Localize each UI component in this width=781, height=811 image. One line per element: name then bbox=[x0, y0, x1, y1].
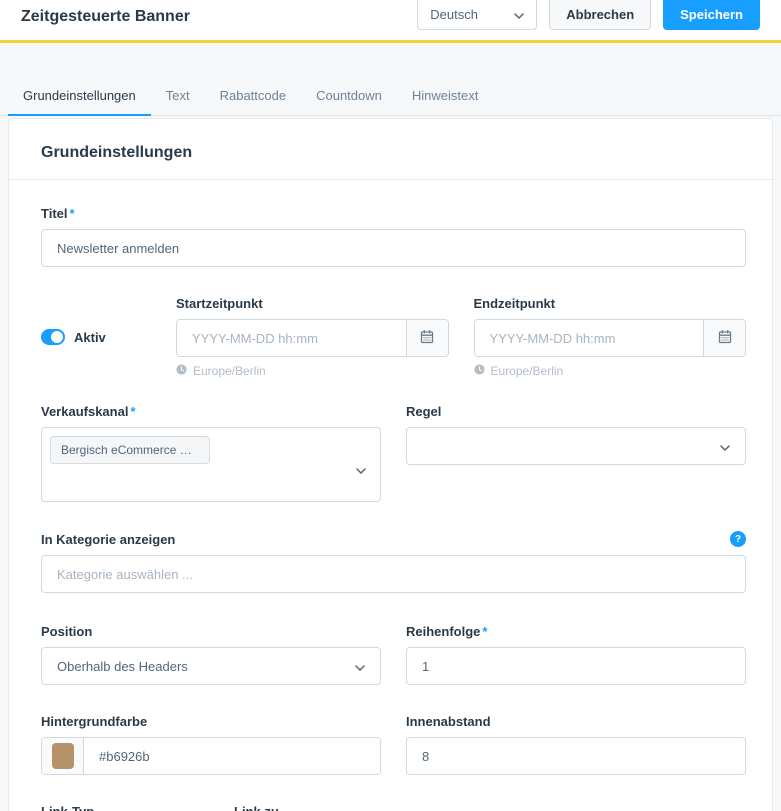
color-picker-button[interactable] bbox=[42, 738, 84, 774]
row-kategorie: In Kategorie anzeigen ? bbox=[41, 531, 746, 593]
row-color-padding: Hintergrundfarbe Innenabstand bbox=[41, 714, 746, 775]
toggle-knob bbox=[51, 331, 63, 343]
innenabstand-label: Innenabstand bbox=[406, 714, 491, 729]
regel-label: Regel bbox=[406, 404, 442, 419]
page-title: Zeitgesteuerte Banner bbox=[21, 8, 190, 25]
linkzu-label: Link zu bbox=[234, 804, 746, 811]
clock-icon bbox=[176, 364, 187, 378]
tab-bar: Grundeinstellungen Text Rabattcode Count… bbox=[0, 77, 781, 116]
linktyp-field: Link-Typ URL bbox=[41, 804, 209, 811]
card-title: Grundeinstellungen bbox=[41, 144, 193, 161]
ende-datetime-input[interactable] bbox=[474, 320, 703, 356]
smart-bar-actions: Deutsch Abbrechen Speichern bbox=[417, 0, 760, 30]
required-asterisk: * bbox=[482, 624, 488, 639]
linktyp-label: Link-Typ bbox=[41, 804, 209, 811]
start-field: Startzeitpunkt YYYY-MM-DD hh:mm Europe/B… bbox=[176, 296, 449, 378]
ende-timezone-hint: Europe/Berlin bbox=[473, 364, 747, 378]
sales-channel-tag[interactable]: Bergisch eCommerce GmbH De... bbox=[50, 436, 210, 464]
tab-rabattcode[interactable]: Rabattcode bbox=[205, 77, 302, 115]
hintergrundfarbe-field: Hintergrundfarbe bbox=[41, 714, 381, 775]
tab-countdown[interactable]: Countdown bbox=[301, 77, 397, 115]
card-header: Grundeinstellungen bbox=[9, 119, 772, 180]
reihenfolge-label: Reihenfolge * bbox=[406, 624, 488, 639]
ende-calendar-button[interactable] bbox=[703, 320, 745, 356]
regel-field: Regel bbox=[406, 404, 746, 465]
hintergrundfarbe-label: Hintergrundfarbe bbox=[41, 714, 148, 729]
reihenfolge-field: Reihenfolge * bbox=[406, 624, 746, 685]
chevron-down-icon bbox=[514, 7, 524, 22]
calendar-icon bbox=[419, 329, 435, 348]
start-calendar-button[interactable] bbox=[405, 320, 448, 356]
smart-bar: Zeitgesteuerte Banner Deutsch Abbrechen … bbox=[0, 0, 781, 43]
row-schedule: Aktiv Startzeitpunkt YYYY-MM-DD hh:mm Eu… bbox=[41, 296, 746, 378]
chevron-down-icon bbox=[356, 462, 366, 477]
clock-icon bbox=[473, 364, 485, 378]
tab-grundeinstellungen[interactable]: Grundeinstellungen bbox=[8, 77, 151, 116]
aktiv-toggle[interactable] bbox=[41, 329, 65, 345]
card-body: Titel* Aktiv Startzeitpunkt bbox=[9, 180, 772, 811]
hintergrundfarbe-input[interactable] bbox=[84, 738, 380, 774]
row-link: Link-Typ URL Link zu bbox=[41, 804, 746, 811]
help-icon[interactable]: ? bbox=[730, 531, 746, 547]
verkaufskanal-label: Verkaufskanal * bbox=[41, 404, 136, 419]
language-select[interactable]: Deutsch bbox=[417, 0, 538, 30]
verkaufskanal-field: Verkaufskanal* Bergisch eCommerce GmbH D… bbox=[41, 404, 381, 502]
tab-hinweistext[interactable]: Hinweistext bbox=[397, 77, 493, 115]
color-swatch bbox=[51, 743, 74, 769]
position-select[interactable]: Oberhalb des Headers bbox=[41, 647, 381, 685]
ende-field: Endzeitpunkt YYYY-MM-DD hh:mm Europe/Ber… bbox=[473, 296, 747, 378]
aktiv-field: Aktiv bbox=[41, 329, 151, 345]
row-titel: Titel * bbox=[41, 206, 746, 267]
verkaufskanal-multiselect[interactable]: Bergisch eCommerce GmbH De... bbox=[41, 427, 381, 502]
kategorie-input[interactable] bbox=[41, 555, 746, 593]
linkzu-field: Link zu bbox=[234, 804, 746, 811]
language-select-value: Deutsch bbox=[430, 7, 478, 22]
titel-input[interactable] bbox=[41, 229, 746, 267]
required-asterisk: * bbox=[130, 404, 136, 419]
start-datetime-input[interactable] bbox=[177, 320, 406, 356]
settings-card: Grundeinstellungen Titel* Aktiv Startzei… bbox=[8, 118, 773, 811]
ende-label: Endzeitpunkt bbox=[473, 296, 556, 311]
row-channel-rule: Verkaufskanal* Bergisch eCommerce GmbH D… bbox=[41, 404, 746, 502]
start-label: Startzeitpunkt bbox=[176, 296, 263, 311]
kategorie-label: In Kategorie anzeigen bbox=[41, 531, 176, 547]
innenabstand-input[interactable] bbox=[406, 737, 746, 775]
titel-label: Titel * bbox=[41, 206, 75, 221]
innenabstand-field: Innenabstand bbox=[406, 714, 746, 775]
position-label: Position bbox=[41, 624, 93, 639]
cancel-button[interactable]: Abbrechen bbox=[549, 0, 652, 30]
tab-text[interactable]: Text bbox=[151, 77, 205, 115]
save-button[interactable]: Speichern bbox=[663, 0, 760, 30]
position-field: Position Oberhalb des Headers bbox=[41, 624, 381, 685]
calendar-icon bbox=[717, 329, 733, 348]
required-asterisk: * bbox=[69, 206, 75, 221]
position-select-value: Oberhalb des Headers bbox=[57, 658, 188, 674]
regel-select[interactable] bbox=[406, 427, 746, 465]
chevron-down-icon bbox=[720, 439, 730, 454]
aktiv-label: Aktiv bbox=[74, 329, 106, 345]
chevron-down-icon bbox=[355, 659, 365, 674]
reihenfolge-input[interactable] bbox=[406, 647, 746, 685]
row-position-order: Position Oberhalb des Headers Reihenfolg… bbox=[41, 624, 746, 685]
start-timezone-hint: Europe/Berlin bbox=[176, 364, 449, 378]
